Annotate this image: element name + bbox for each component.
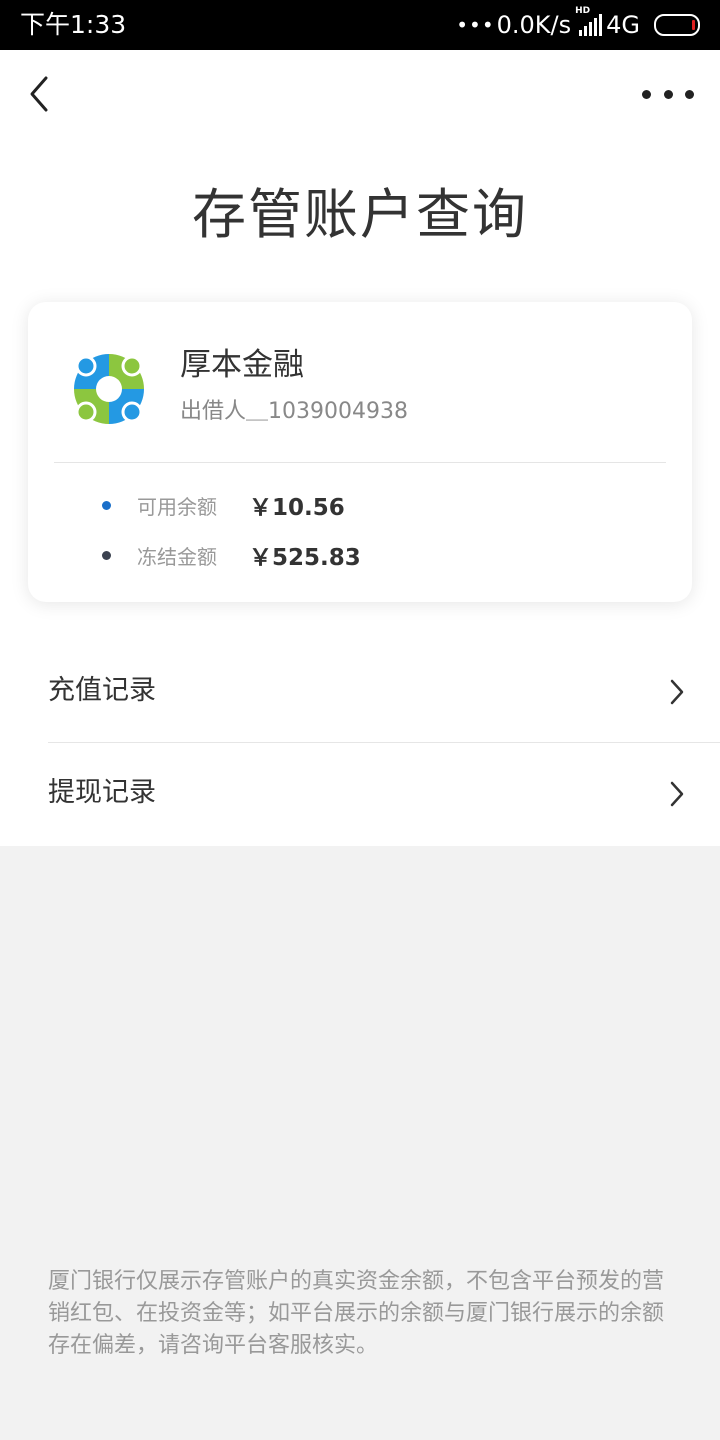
status-time: 下午1:33 [20, 10, 127, 39]
menu-item-label: 充值记录 [48, 675, 156, 706]
battery-icon [654, 14, 700, 36]
withdraw-records-item[interactable]: 提现记录 [0, 744, 720, 844]
page-title: 存管账户查询 [192, 183, 528, 246]
hd-label: HD [575, 6, 591, 16]
back-button[interactable] [24, 72, 64, 116]
divider [54, 462, 666, 463]
page-content: 存管账户查询 厚本金融 出借人＿1039004938 可用余额 ￥10.56 冻… [0, 50, 720, 846]
frozen-balance-value: ￥525.83 [249, 545, 361, 571]
more-options-button[interactable] [642, 84, 694, 104]
frozen-balance-label: 冻结金额 [137, 544, 217, 569]
network-speed: 0.0K/s [496, 11, 572, 39]
menu-item-label: 提现记录 [48, 777, 156, 808]
platform-name: 厚本金融 [180, 347, 304, 383]
more-dot-icon [642, 89, 651, 99]
bullet-icon [102, 550, 111, 560]
more-dot-icon [685, 89, 694, 99]
available-balance-label: 可用余额 [137, 494, 217, 519]
account-card: 厚本金融 出借人＿1039004938 可用余额 ￥10.56 冻结金额 ￥52… [28, 302, 692, 602]
bullet-icon [102, 500, 111, 510]
chevron-left-icon [30, 76, 48, 112]
available-balance-row: 可用余额 ￥10.56 [102, 490, 345, 521]
divider [48, 742, 720, 743]
platform-logo [74, 354, 144, 424]
frozen-balance-row: 冻结金额 ￥525.83 [102, 540, 361, 571]
more-dot-icon [663, 89, 673, 99]
chevron-right-icon [670, 781, 684, 807]
status-indicators: ••• 0.0K/s HD 4G [456, 6, 700, 40]
more-notifications-icon: ••• [456, 13, 495, 37]
recharge-records-item[interactable]: 充值记录 [0, 642, 720, 742]
account-id: 出借人＿1039004938 [180, 399, 408, 424]
network-type: 4G [606, 11, 640, 39]
signal-icon: HD [575, 6, 603, 36]
status-bar: 下午1:33 ••• 0.0K/s HD 4G [0, 0, 720, 50]
chevron-right-icon [670, 679, 684, 705]
available-balance-value: ￥10.56 [249, 495, 345, 521]
disclaimer-text: 厦门银行仅展示存管账户的真实资金余额，不包含平台预发的营销红包、在投资金等；如平… [48, 1269, 665, 1358]
